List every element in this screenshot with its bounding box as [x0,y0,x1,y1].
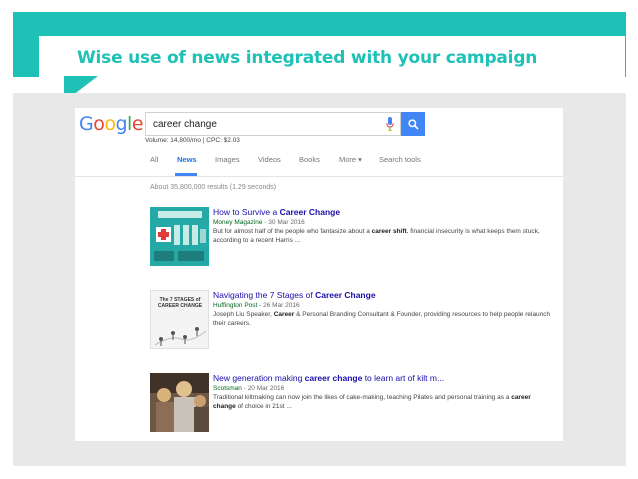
tab-news[interactable]: News [177,155,197,164]
source-date: - 20 Mar 2016 [243,385,285,392]
source-date: - 26 Mar 2016 [259,302,300,309]
result-source: Huffington Post - 26 Mar 2016 [213,301,553,310]
search-box [145,112,401,136]
search-tabs: All News Images Videos Books More ▾ Sear… [75,148,563,177]
source-name: Money Magazine [213,219,263,226]
search-icon [407,118,419,130]
tab-books[interactable]: Books [299,155,320,164]
result-snippet: But for almost half of the people who fa… [213,227,553,245]
title-text: How to Survive a [213,207,280,217]
search-button[interactable] [401,112,425,136]
active-tab-indicator [175,173,197,176]
title-banner: Wise use of news integrated with your ca… [13,12,626,80]
result-thumbnail-huffpost[interactable]: The 7 STAGES of CAREER CHANGE [150,290,209,349]
snippet-keyword: Career [273,311,295,318]
snippet-text: of choice in 21st ... [235,403,292,410]
mic-icon[interactable] [386,117,394,136]
results-count: About 35,800,000 results (1.29 seconds) [150,184,277,191]
snippet-text: But for almost half of the people who fa… [213,228,372,235]
result-source: Money Magazine - 30 Mar 2016 [213,218,553,227]
result-title-link[interactable]: Navigating the 7 Stages of Career Change [213,290,553,301]
result-snippet: Traditional kiltmaking can now join the … [213,393,553,411]
title-text: to learn art of kilt m... [362,373,445,383]
google-results-panel: Google Volume: 14,800/mo | CPC: $2.03 Al… [75,108,563,441]
title-keyword: career change [304,373,363,383]
logo-letter: o [104,113,116,135]
result-source: Scotsman - 20 Mar 2016 [213,384,553,393]
result-text: How to Survive a Career Change Money Mag… [213,207,553,245]
search-input[interactable] [151,117,375,131]
title-keyword: Career Change [315,290,376,300]
result-title-link[interactable]: How to Survive a Career Change [213,207,553,218]
snippet-keyword: career shift [371,228,407,235]
thumbnail-caption: The 7 STAGES of CAREER CHANGE [157,297,203,309]
logo-letter: G [79,113,94,135]
snippet-text: Joseph Liu Speaker, [213,311,274,318]
snippet-text: Traditional kiltmaking can now join the … [213,394,512,401]
tab-more[interactable]: More ▾ [339,155,362,164]
title-banner-inner: Wise use of news integrated with your ca… [39,36,625,80]
source-name: Scotsman [213,385,242,392]
keyword-volume: Volume: 14,800/mo | CPC: $2.03 [145,137,240,144]
slide-title: Wise use of news integrated with your ca… [77,48,538,68]
tab-images[interactable]: Images [215,155,240,164]
result-thumbnail-money[interactable] [150,207,209,266]
result-text: New generation making career change to l… [213,373,553,411]
result-thumbnail-scotsman[interactable] [150,373,209,432]
logo-letter: o [93,113,105,135]
title-text: Navigating the 7 Stages of [213,290,316,300]
title-text: New generation making [213,373,305,383]
result-snippet: Joseph Liu Speaker, Career & Personal Br… [213,310,553,328]
logo-letter: e [131,113,144,135]
logo-letter: g [115,113,128,135]
source-date: - 30 Mar 2016 [264,219,305,226]
source-name: Huffington Post [213,302,258,309]
tab-videos[interactable]: Videos [258,155,281,164]
google-logo[interactable]: Google [79,113,144,135]
tab-all[interactable]: All [150,155,158,164]
result-text: Navigating the 7 Stages of Career Change… [213,290,553,328]
title-keyword: Career Change [279,207,341,217]
result-title-link[interactable]: New generation making career change to l… [213,373,553,384]
tab-search-tools[interactable]: Search tools [379,155,421,164]
